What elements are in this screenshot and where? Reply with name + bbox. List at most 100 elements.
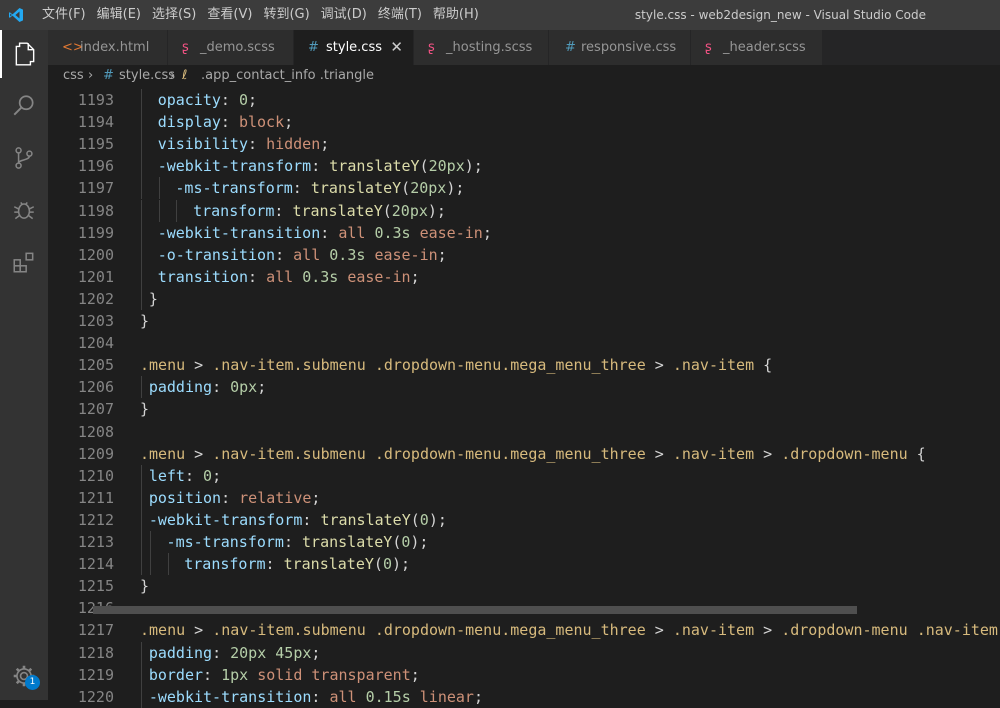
code-token: translateY [302, 533, 393, 551]
code-token: : [311, 157, 330, 176]
search-icon[interactable] [0, 82, 48, 130]
tab-hosting-scss[interactable]: ʂ _hosting.scss [414, 30, 549, 65]
breadcrumb-item[interactable]: css [63, 65, 84, 87]
code-token: translateY [320, 510, 411, 529]
breadcrumb-item[interactable]: style.css [119, 65, 175, 87]
menu-item[interactable]: 编辑(E) [97, 0, 146, 30]
indent-guide [141, 133, 142, 156]
code-token: transition [157, 267, 248, 286]
menu-item[interactable]: 帮助(H) [433, 0, 484, 30]
breadcrumb-item[interactable]: .app_contact_info .triangle [201, 65, 374, 87]
settings-gear-icon[interactable] [0, 652, 48, 700]
code-token: position [148, 488, 222, 507]
indent-guide [141, 486, 142, 509]
line-number: 1208 [77, 422, 114, 441]
code-token: relative [239, 488, 312, 507]
code-text: -webkit-transform: translateY(20px); [158, 155, 483, 177]
code-token: left [148, 466, 185, 485]
chevron-right-icon: › [88, 68, 94, 83]
code-token: : [302, 510, 321, 529]
menu-item[interactable]: 选择(S) [152, 0, 201, 30]
code-token: ; [482, 223, 492, 242]
tab-responsive-css[interactable]: # responsive.css [549, 30, 691, 65]
code-token: > [185, 444, 213, 463]
code-line: 1220 -webkit-transition: all 0.15s linear… [48, 685, 1000, 708]
code-token: ease-in [347, 267, 411, 286]
code-token: ease-in [419, 223, 483, 242]
code-token: ; [212, 466, 222, 485]
indent-guide [141, 265, 142, 288]
menu-item[interactable]: 终端(T) [378, 0, 427, 30]
indent-guide [141, 531, 142, 553]
code-token: 0.3s [374, 223, 411, 242]
vscode-logo-icon [9, 8, 23, 22]
horizontal-scrollbar[interactable] [93, 606, 857, 614]
code-token: transform [193, 201, 275, 220]
code-token: linear [419, 687, 474, 706]
code-token: > [645, 444, 673, 463]
indent-guide [158, 199, 160, 222]
code-token: 20px [410, 179, 447, 198]
code-line: 1219 border: 1px solid transparent; [48, 663, 1000, 686]
line-number: 1204 [77, 334, 114, 353]
code-line: 1211 position: relative; [48, 486, 1000, 509]
close-icon[interactable]: ✕ [390, 30, 403, 65]
tab-demo-scss[interactable]: ʂ _demo.scss [168, 30, 294, 65]
code-token: : [283, 533, 303, 551]
indent-guide [141, 553, 142, 576]
code-token: : [212, 643, 231, 662]
code-token: padding [148, 378, 213, 397]
code-token: 0.3s [329, 245, 366, 264]
code-token: ease-in [374, 245, 438, 264]
code-token: 20px [428, 157, 465, 176]
menu-item[interactable]: 调试(D) [321, 0, 372, 30]
menu-item[interactable]: 转到(G) [263, 0, 314, 30]
code-token: ); [391, 555, 411, 574]
line-number: 1214 [77, 555, 114, 574]
code-token: : [275, 245, 294, 264]
code-token: ( [401, 179, 411, 198]
code-token: -webkit-transition [157, 223, 321, 242]
code-token: ; [437, 245, 447, 264]
code-text: left: 0; [149, 465, 221, 487]
code-token: ; [311, 488, 321, 507]
tab-style-css[interactable]: # style.css ✕ [294, 30, 414, 65]
line-number: 1220 [77, 687, 114, 706]
symbol-class-icon: ℓ [182, 68, 188, 83]
debug-icon[interactable] [0, 186, 48, 234]
code-token: > [754, 444, 782, 463]
tab-label: index.html [80, 40, 150, 55]
line-number: 1207 [77, 400, 114, 419]
line-number: 1200 [77, 245, 114, 264]
menu-item[interactable]: 文件(F) [42, 0, 91, 30]
code-text: } [140, 575, 149, 597]
line-number: 1219 [77, 665, 114, 684]
line-number: 1201 [77, 267, 114, 286]
code-token: ; [311, 643, 321, 662]
code-token: 20px [391, 201, 428, 220]
tab-header-scss[interactable]: ʂ _header.scss [691, 30, 823, 65]
code-line: 1201 transition: all 0.3s ease-in; [48, 265, 1000, 288]
code-token: ; [248, 91, 258, 109]
code-token: : [311, 687, 330, 706]
indent-guide [141, 199, 142, 222]
tab-label: _header.scss [723, 40, 806, 55]
extensions-icon[interactable] [0, 238, 48, 286]
tab-label: _demo.scss [200, 40, 275, 55]
files-icon[interactable] [0, 30, 48, 78]
code-token: -webkit-transform [148, 510, 303, 529]
code-token: 0px [230, 378, 258, 397]
code-token: : [248, 135, 267, 154]
tab-index-html[interactable]: <> index.html [48, 30, 168, 65]
code-token: 1px [221, 665, 249, 684]
code-token: opacity [157, 91, 221, 109]
source-control-icon[interactable] [0, 134, 48, 182]
code-token: -ms-transform [166, 533, 284, 551]
menu-item[interactable]: 查看(V) [207, 0, 257, 30]
